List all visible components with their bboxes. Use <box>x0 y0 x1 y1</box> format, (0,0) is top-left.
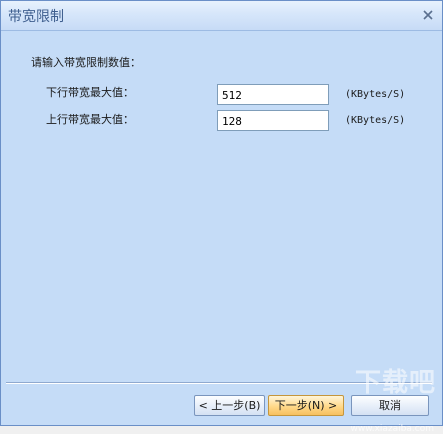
prompt-label: 请输入带宽限制数值： <box>31 56 141 69</box>
window-title: 带宽限制 <box>8 9 64 25</box>
prev-button[interactable]: < 上一步(B) <box>194 395 265 416</box>
watermark-logo: 下载吧 <box>354 368 436 398</box>
close-button[interactable] <box>421 8 435 22</box>
download-limit-input[interactable] <box>217 84 329 105</box>
cancel-button[interactable]: 取消 <box>351 395 429 416</box>
download-limit-label: 下行带宽最大值： <box>46 86 134 99</box>
bandwidth-limit-dialog: 带宽限制 请输入带宽限制数值： 下行带宽最大值： (KBytes/S) 上行带宽… <box>0 0 443 434</box>
upload-limit-input[interactable] <box>217 110 329 131</box>
title-bar: 带宽限制 <box>1 1 442 31</box>
next-button[interactable]: 下一步(N) > <box>268 395 344 416</box>
footer-divider <box>6 382 432 384</box>
close-icon <box>423 10 433 20</box>
upload-limit-label: 上行带宽最大值： <box>46 113 134 126</box>
upload-unit-label: (KBytes/S) <box>345 115 406 126</box>
download-unit-label: (KBytes/S) <box>345 89 406 100</box>
dialog-body: 请输入带宽限制数值： 下行带宽最大值： (KBytes/S) 上行带宽最大值： … <box>1 32 442 434</box>
